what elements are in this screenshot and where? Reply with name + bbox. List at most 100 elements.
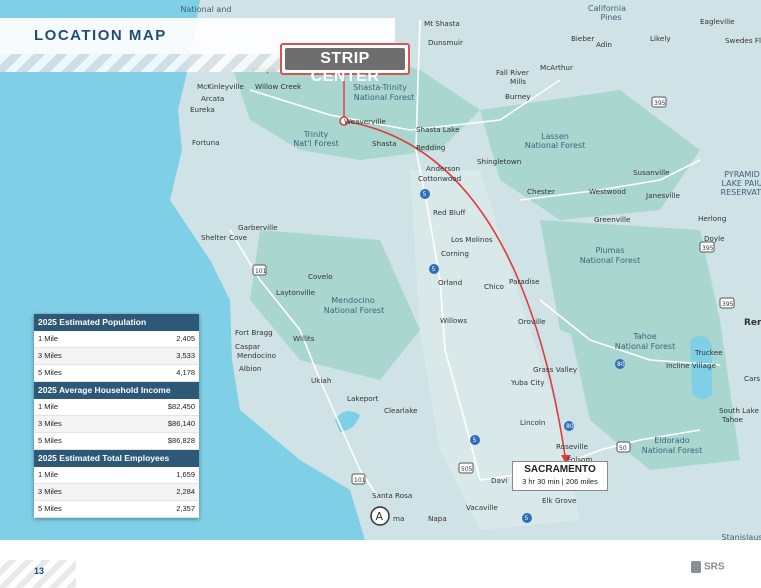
table-row: 5 Miles 2,357	[34, 501, 199, 518]
svg-text:Davi: Davi	[491, 476, 507, 485]
svg-text:Susanville: Susanville	[633, 168, 670, 177]
svg-text:National Forest: National Forest	[642, 446, 702, 455]
svg-text:Janesville: Janesville	[645, 191, 680, 200]
svg-text:ma: ma	[393, 514, 404, 523]
shield-label: 505	[461, 466, 473, 473]
svg-text:Greenville: Greenville	[594, 215, 631, 224]
destination-drive-time: 3 hr 30 min | 206 miles	[522, 477, 598, 486]
svg-text:Shelter Cove: Shelter Cove	[201, 233, 248, 242]
svg-text:Elk Grove: Elk Grove	[542, 496, 577, 505]
svg-text:Orland: Orland	[438, 278, 462, 287]
svg-text:Vacaville: Vacaville	[466, 503, 498, 512]
table-row: 1 Mile 2,405	[34, 331, 199, 348]
svg-text:Roseville: Roseville	[556, 442, 588, 451]
svg-text:National Forest: National Forest	[354, 93, 414, 102]
svg-text:Paradise: Paradise	[509, 277, 540, 286]
page-title: LOCATION MAP	[34, 27, 167, 44]
svg-text:Trinity: Trinity	[303, 130, 329, 139]
svg-text:Fall River: Fall River	[496, 68, 529, 77]
svg-text:California: California	[588, 4, 626, 13]
svg-text:Fortuna: Fortuna	[192, 138, 220, 147]
shield-label: 395	[722, 301, 734, 308]
svg-text:Bieber: Bieber	[571, 34, 594, 43]
svg-text:South Lake: South Lake	[719, 406, 759, 415]
svg-text:Lassen: Lassen	[541, 132, 569, 141]
table-row: 5 Miles 4,178	[34, 365, 199, 382]
svg-text:Eldorado: Eldorado	[654, 436, 690, 445]
svg-text:National and: National and	[181, 5, 232, 14]
brand-name: SRS	[704, 561, 725, 573]
svg-text:Burney: Burney	[505, 92, 531, 101]
svg-text:Eagleville: Eagleville	[700, 17, 735, 26]
svg-text:Arcata: Arcata	[201, 94, 224, 103]
table-row: 1 Mile $82,450	[34, 399, 199, 416]
svg-text:Truckee: Truckee	[694, 348, 723, 357]
svg-text:Cars: Cars	[744, 374, 760, 383]
svg-text:National Forest: National Forest	[615, 342, 675, 351]
svg-text:Willits: Willits	[293, 334, 315, 343]
svg-text:Caspar: Caspar	[235, 342, 260, 351]
svg-text:LAKE PAIU: LAKE PAIU	[722, 179, 761, 188]
svg-text:Westwood: Westwood	[589, 187, 626, 196]
svg-text:Fort Bragg: Fort Bragg	[235, 328, 273, 337]
svg-text:Mendocino: Mendocino	[331, 296, 375, 305]
svg-text:National Forest: National Forest	[525, 141, 585, 150]
svg-text:Plumas: Plumas	[596, 246, 625, 255]
shield-label: 50	[619, 445, 627, 452]
svg-text:Chico: Chico	[484, 282, 504, 291]
svg-text:National Forest: National Forest	[580, 256, 640, 265]
destination-name: SACRAMENTO	[524, 464, 596, 475]
svg-text:Garberville: Garberville	[238, 223, 278, 232]
table-row: 3 Miles $86,140	[34, 416, 199, 433]
table-section-header: 2025 Estimated Total Employees	[34, 450, 199, 467]
svg-text:Yuba City: Yuba City	[510, 378, 545, 387]
svg-text:Stanislaus: Stanislaus	[722, 533, 761, 540]
shield-label: 80	[566, 423, 574, 430]
svg-text:Doyle: Doyle	[704, 234, 725, 243]
svg-text:Tahoe: Tahoe	[721, 415, 744, 424]
svg-text:Anderson: Anderson	[426, 164, 460, 173]
table-row: 1 Mile 1,659	[34, 467, 199, 484]
shield-label: 5	[473, 437, 477, 444]
svg-text:McKinleyville: McKinleyville	[197, 82, 244, 91]
svg-text:Mt Shasta: Mt Shasta	[424, 19, 460, 28]
svg-text:Pines: Pines	[600, 13, 621, 22]
svg-text:Laytonville: Laytonville	[276, 288, 316, 297]
shield-label: 5	[423, 191, 427, 198]
svg-text:Nat'l Forest: Nat'l Forest	[293, 139, 339, 148]
demographics-table: 2025 Estimated Population 1 Mile 2,405 3 …	[34, 314, 199, 518]
svg-text:Shasta: Shasta	[372, 139, 397, 148]
svg-text:Shasta Lake: Shasta Lake	[416, 125, 460, 134]
svg-text:RESERVATI: RESERVATI	[721, 188, 761, 197]
svg-text:Clearlake: Clearlake	[384, 406, 418, 415]
svg-text:Shingletown: Shingletown	[477, 157, 521, 166]
svg-text:Oroville: Oroville	[518, 317, 546, 326]
shield-label: 101	[255, 268, 267, 275]
svg-text:Corning: Corning	[441, 249, 469, 258]
shield-label: 395	[702, 245, 714, 252]
svg-text:Covelo: Covelo	[308, 272, 333, 281]
site-callout: STRIP CENTER	[280, 43, 410, 85]
table-row: 3 Miles 2,284	[34, 484, 199, 501]
svg-text:Swedes Fl: Swedes Fl	[725, 36, 761, 45]
svg-text:A: A	[376, 510, 384, 523]
svg-text:Mills: Mills	[510, 77, 526, 86]
svg-text:Grass Valley: Grass Valley	[533, 365, 578, 374]
svg-text:Ukiah: Ukiah	[311, 376, 331, 385]
shield-label: 80	[617, 361, 625, 368]
table-row: 5 Miles $86,828	[34, 433, 199, 450]
svg-text:Red Bluff: Red Bluff	[433, 208, 466, 217]
site-callout-inner: STRIP CENTER	[285, 48, 405, 85]
table-section-header: 2025 Estimated Population	[34, 314, 199, 331]
svg-text:Cottonwood: Cottonwood	[418, 174, 461, 183]
brand-logo: SRS	[691, 561, 725, 573]
srs-logo-icon	[691, 561, 701, 573]
page-number: 13	[34, 566, 45, 576]
svg-text:Chester: Chester	[527, 187, 555, 196]
svg-text:Reno: Reno	[744, 318, 761, 328]
svg-text:Mendocino: Mendocino	[237, 351, 276, 360]
site-label: STRIP CENTER	[310, 50, 380, 85]
svg-text:Eureka: Eureka	[190, 105, 215, 114]
svg-text:Redding: Redding	[416, 143, 445, 152]
svg-text:Willows: Willows	[440, 316, 467, 325]
